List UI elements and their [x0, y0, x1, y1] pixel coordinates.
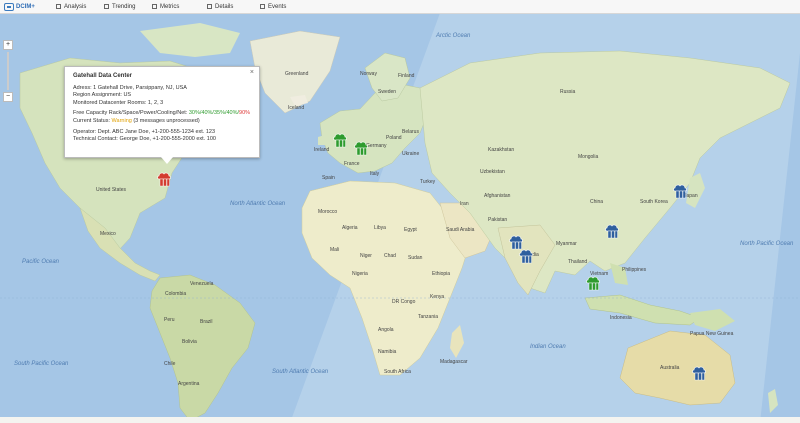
- capacity-critical-value: 90%: [239, 110, 251, 117]
- nav-label: Details: [215, 3, 234, 10]
- capacity-ok-values: 30%/40%/35%/40%/: [188, 110, 240, 117]
- datacenter-cloud-icon: [157, 172, 171, 187]
- nav-label: Trending: [112, 3, 136, 10]
- document-icon: [56, 4, 61, 9]
- zoom-out-button[interactable]: −: [3, 92, 13, 102]
- datacenter-marker-china[interactable]: [604, 222, 620, 239]
- datacenter-marker-netherlands[interactable]: [353, 139, 369, 156]
- nav-analysis[interactable]: Analysis: [56, 2, 86, 11]
- popup-rooms: Monitored Datacenter Rooms: 1, 2, 3: [73, 99, 164, 106]
- brand-name: DCIM+: [16, 3, 35, 10]
- datacenter-marker-uk[interactable]: [332, 131, 348, 148]
- zoom-slider[interactable]: [7, 52, 9, 90]
- document-icon: [152, 4, 157, 9]
- nav-label: Events: [268, 3, 287, 10]
- popup-title: Gatehall Data Center: [73, 73, 133, 79]
- zoom-controls: + −: [3, 40, 13, 102]
- nav-label: Metrics: [160, 3, 180, 10]
- document-icon: [104, 4, 109, 9]
- datacenter-marker-parsippany[interactable]: [156, 170, 172, 187]
- popup-operator: Operator: Dept. ABC Jane Doe, +1-200-555…: [73, 128, 216, 135]
- datacenter-cloud-icon: [692, 366, 706, 381]
- datacenter-info-popup: × Gatehall Data Center Adress: 1 Gatehal…: [64, 66, 260, 164]
- datacenter-cloud-icon: [354, 141, 368, 156]
- top-nav-bar: DCIM+ Analysis Trending Metrics Details …: [0, 0, 800, 14]
- zoom-in-button[interactable]: +: [3, 40, 13, 50]
- datacenter-cloud-icon: [333, 133, 347, 148]
- popup-region: Region Assignment: US: [73, 92, 132, 99]
- dcim-logo-icon: [4, 2, 14, 11]
- datacenter-marker-australia[interactable]: [691, 364, 707, 381]
- popup-address: Adress: 1 Gatehall Drive, Parsippany, NJ…: [73, 84, 187, 91]
- nav-events[interactable]: Events: [260, 2, 286, 11]
- status-label: Current Status:: [73, 117, 110, 124]
- document-icon: [260, 4, 265, 9]
- capacity-label: Free Capacity Rack/Space/Power/Cooling/N…: [73, 110, 188, 117]
- popup-tech-contact: Technical Contact: George Doe, +1-200-55…: [73, 136, 216, 143]
- popup-capacity: Free Capacity Rack/Space/Power/Cooling/N…: [73, 110, 251, 118]
- datacenter-cloud-icon: [586, 276, 600, 291]
- status-note[interactable]: (3 messages unprocessed): [133, 118, 199, 124]
- datacenter-marker-japan[interactable]: [672, 182, 688, 199]
- popup-status: Current Status: Warning (3 messages unpr…: [73, 118, 251, 126]
- datacenter-cloud-icon: [605, 224, 619, 239]
- nav-metrics[interactable]: Metrics: [152, 2, 179, 11]
- status-value: Warning: [111, 117, 132, 124]
- datacenter-marker-bangalore[interactable]: [518, 247, 534, 264]
- nav-details[interactable]: Details: [207, 2, 233, 11]
- nav-trending[interactable]: Trending: [104, 2, 135, 11]
- nav-label: Analysis: [64, 3, 87, 10]
- brand[interactable]: DCIM+: [4, 2, 35, 11]
- datacenter-cloud-icon: [519, 249, 533, 264]
- close-icon[interactable]: ×: [250, 69, 254, 77]
- document-icon: [207, 4, 212, 9]
- datacenter-marker-singapore[interactable]: [585, 274, 601, 291]
- datacenter-cloud-icon: [673, 184, 687, 199]
